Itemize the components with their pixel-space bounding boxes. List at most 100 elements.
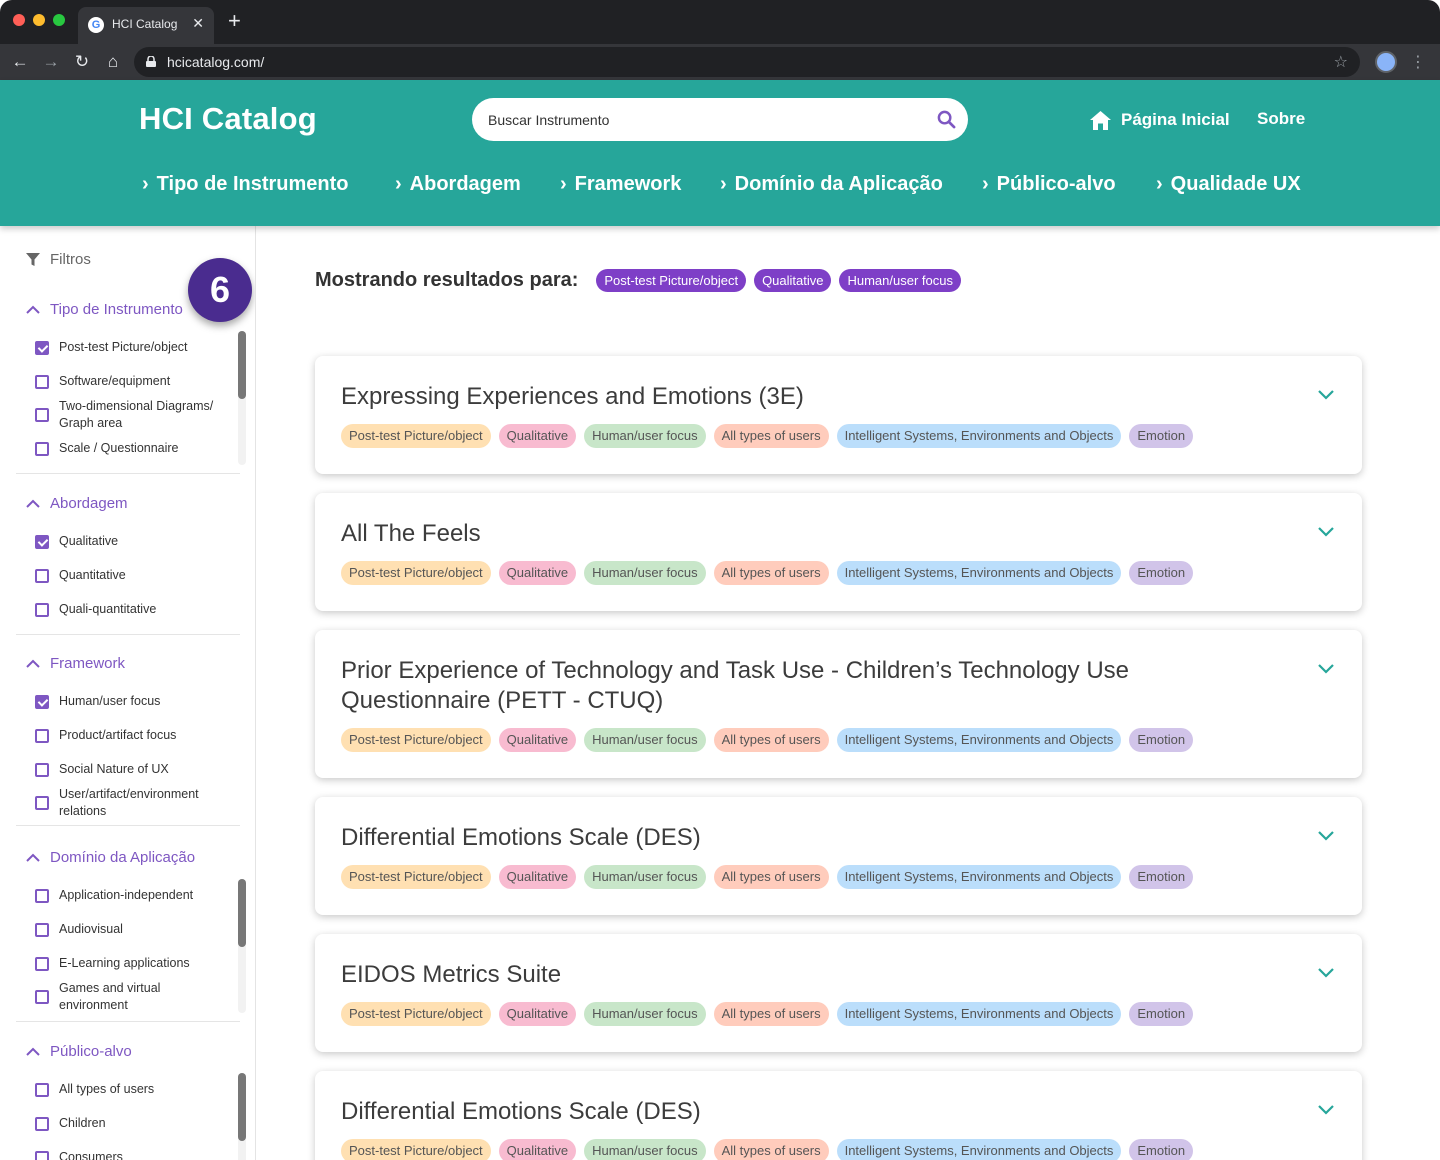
maximize-window-button[interactable] [53,14,65,26]
chevron-down-icon[interactable] [1318,1105,1334,1115]
checkbox[interactable] [35,1082,49,1097]
scrollbar-thumb[interactable] [238,879,246,947]
checkbox[interactable] [35,602,49,617]
search-icon[interactable] [937,110,956,129]
instrument-card[interactable]: EIDOS Metrics Suite Post-test Picture/ob… [315,934,1362,1052]
tag: Human/user focus [584,728,706,752]
checkbox[interactable] [35,340,49,355]
checkbox[interactable] [35,762,49,777]
filter-option[interactable]: Human/user focus [35,693,229,710]
active-filter-chip[interactable]: Human/user focus [839,269,961,292]
filter-option[interactable]: Post-test Picture/object [35,339,229,356]
nav-publico-alvo[interactable]: › Público-alvo [982,173,1116,196]
section-toggle[interactable]: Abordagem [26,495,128,512]
search-input[interactable] [488,109,908,131]
filter-option[interactable]: Quantitative [35,567,229,584]
browser-menu-icon[interactable]: ⋮ [1410,52,1426,72]
card-title[interactable]: Prior Experience of Technology and Task … [341,656,1271,716]
section-scrollbar[interactable] [238,1073,246,1160]
active-filter-chip[interactable]: Post-test Picture/object [596,269,747,292]
checkbox[interactable] [35,888,49,903]
chevron-down-icon[interactable] [1318,664,1334,674]
checkbox[interactable] [35,922,49,937]
checkbox[interactable] [35,728,49,743]
new-tab-icon[interactable]: + [228,10,241,32]
section-toggle[interactable]: Framework [26,655,125,672]
card-title[interactable]: All The Feels [341,519,1271,549]
browser-tab[interactable]: HCI Catalog ✕ [78,7,214,44]
filter-option[interactable]: Scale / Questionnaire [35,440,229,457]
filter-option[interactable]: Children [35,1115,229,1132]
tag: Intelligent Systems, Environments and Ob… [836,1002,1122,1026]
scrollbar-thumb[interactable] [238,331,246,399]
instrument-card[interactable]: Expressing Experiences and Emotions (3E)… [315,356,1362,474]
about-link[interactable]: Sobre [1257,109,1305,129]
filter-option[interactable]: Audiovisual [35,921,229,938]
nav-label: Qualidade UX [1170,173,1301,195]
section-toggle[interactable]: Público-alvo [26,1043,132,1060]
checkbox[interactable] [35,568,49,583]
nav-abordagem[interactable]: › Abordagem [395,173,521,196]
section-scrollbar[interactable] [238,879,246,1013]
filter-option[interactable]: Social Nature of UX [35,761,229,778]
checkbox[interactable] [35,534,49,549]
card-title[interactable]: EIDOS Metrics Suite [341,960,1271,990]
chevron-down-icon[interactable] [1318,831,1334,841]
minimize-window-button[interactable] [33,14,45,26]
tag: Human/user focus [584,865,706,889]
reload-icon[interactable]: ↻ [71,51,93,73]
checkbox[interactable] [35,1116,49,1131]
checkbox[interactable] [35,694,49,709]
back-arrow-icon[interactable]: ← [9,51,31,73]
filter-option[interactable]: Games and virtual environment [35,980,229,1014]
profile-avatar-icon[interactable] [1375,51,1397,73]
chevron-down-icon[interactable] [1318,527,1334,537]
instrument-card[interactable]: All The Feels Post-test Picture/object Q… [315,493,1362,611]
forward-arrow-icon[interactable]: → [40,51,62,73]
nav-dominio-da-aplicacao[interactable]: › Domínio da Aplicação [720,173,943,196]
card-title[interactable]: Expressing Experiences and Emotions (3E) [341,382,1271,412]
filter-option[interactable]: E-Learning applications [35,955,229,972]
filter-option[interactable]: Two-dimensional Diagrams/ Graph area [35,398,229,432]
chevron-down-icon[interactable] [1318,968,1334,978]
nav-framework[interactable]: › Framework [560,173,681,196]
home-link[interactable]: Página Inicial [1090,108,1230,132]
section-scrollbar[interactable] [238,331,246,465]
checkbox[interactable] [35,408,49,422]
checkbox[interactable] [35,374,49,389]
home-browser-icon[interactable]: ⌂ [102,51,124,73]
instrument-card[interactable]: Differential Emotions Scale (DES) Post-t… [315,797,1362,915]
url-text: hcicatalog.com/ [167,54,265,70]
card-title[interactable]: Differential Emotions Scale (DES) [341,1097,1271,1127]
filter-option[interactable]: All types of users [35,1081,229,1098]
filter-option[interactable]: Product/artifact focus [35,727,229,744]
close-window-button[interactable] [13,14,25,26]
address-bar[interactable]: hcicatalog.com/ ☆ [134,47,1360,77]
chevron-down-icon[interactable] [1318,390,1334,400]
filter-option[interactable]: Quali-quantitative [35,601,229,618]
nav-qualidade-ux[interactable]: › Qualidade UX [1156,173,1301,196]
site-logo[interactable]: HCI Catalog [139,101,317,137]
option-label: Two-dimensional Diagrams/ Graph area [59,399,214,430]
scrollbar-thumb[interactable] [238,1073,246,1141]
checkbox[interactable] [35,990,49,1004]
section-toggle[interactable]: Domínio da Aplicação [26,849,195,866]
filter-option[interactable]: Consumers [35,1149,229,1160]
bookmark-star-icon[interactable]: ☆ [1334,52,1348,72]
nav-tipo-de-instrumento[interactable]: › Tipo de Instrumento [142,173,349,196]
checkbox[interactable] [35,1150,49,1160]
filter-option[interactable]: Qualitative [35,533,229,550]
filter-option[interactable]: User/artifact/environment relations [35,786,229,820]
checkbox[interactable] [35,796,49,810]
tab-close-icon[interactable]: ✕ [192,15,204,32]
checkbox[interactable] [35,956,49,971]
card-title[interactable]: Differential Emotions Scale (DES) [341,823,1271,853]
instrument-card[interactable]: Differential Emotions Scale (DES) Post-t… [315,1071,1362,1160]
instrument-card[interactable]: Prior Experience of Technology and Task … [315,630,1362,778]
tag: Post-test Picture/object [341,1139,491,1160]
active-filter-chip[interactable]: Qualitative [754,269,832,292]
filter-option[interactable]: Software/equipment [35,373,229,390]
filter-option[interactable]: Application-independent [35,887,229,904]
section-toggle[interactable]: Tipo de Instrumento [26,301,183,318]
checkbox[interactable] [35,441,49,456]
